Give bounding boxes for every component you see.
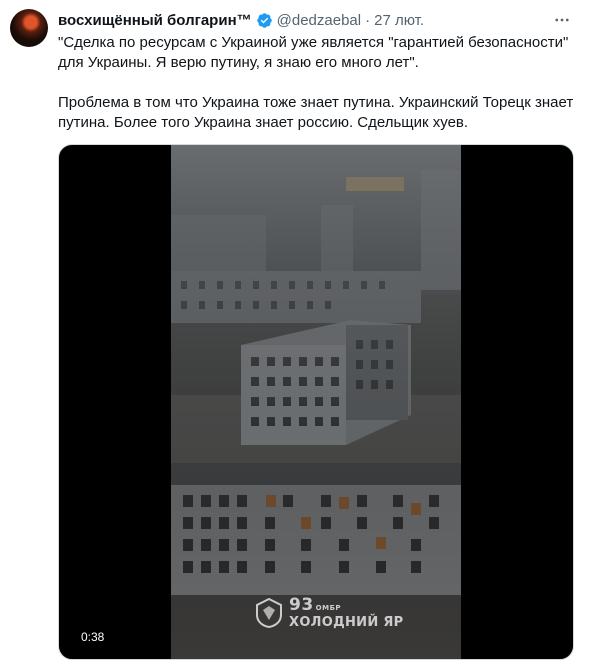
handle[interactable]: @dedzaebal	[277, 12, 361, 29]
watermark-name: ХОЛОДНИЙ ЯР	[289, 615, 404, 630]
timestamp[interactable]: 27 лют.	[374, 12, 424, 29]
tweet-paragraph: Проблема в том что Украина тоже знает пу…	[58, 94, 574, 131]
tweet-paragraph: "Сделка по ресурсам с Украиной уже являе…	[58, 34, 569, 71]
separator-dot: ·	[365, 11, 371, 29]
verified-badge-icon	[256, 12, 273, 29]
more-options-icon[interactable]	[552, 10, 572, 30]
display-name[interactable]: восхищённый болгарин™	[58, 12, 252, 29]
watermark-unit: ОМБР	[315, 604, 342, 612]
tweet-text: "Сделка по ресурсам с Украиной уже являе…	[58, 33, 578, 133]
avatar[interactable]	[10, 9, 48, 47]
watermark-number: 93	[289, 595, 314, 615]
tweet-header: восхищённый болгарин™ @dedzaebal · 27 лю…	[58, 9, 424, 31]
video-player[interactable]: 93 ОМБР ХОЛОДНИЙ ЯР 0:38	[58, 144, 574, 660]
video-watermark: 93 ОМБР ХОЛОДНИЙ ЯР	[255, 597, 404, 629]
tweet-card[interactable]: восхищённый болгарин™ @dedzaebal · 27 лю…	[0, 0, 590, 668]
video-duration: 0:38	[77, 629, 109, 645]
brigade-emblem-icon	[256, 598, 282, 628]
video-frame[interactable]	[171, 145, 461, 659]
video-thumbnail	[171, 145, 461, 659]
